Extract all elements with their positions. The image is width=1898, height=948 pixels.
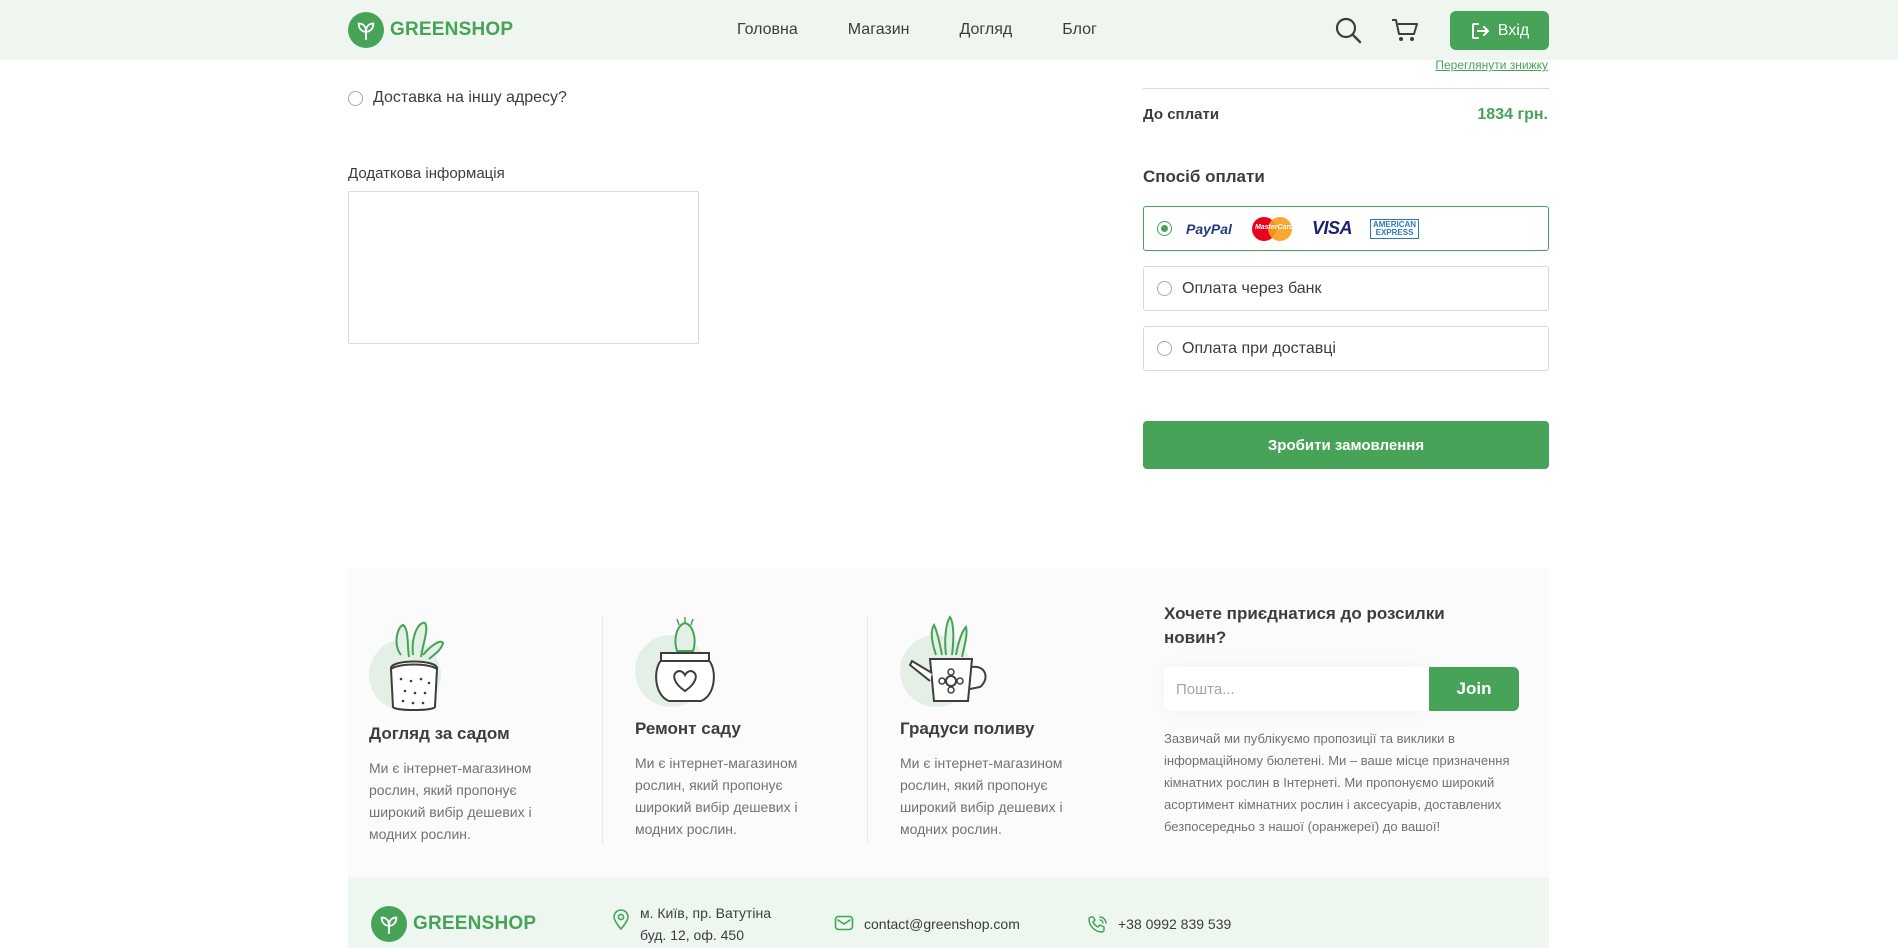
feature-desc: Ми є інтернет-магазином рослин, який про… [635,755,798,837]
footer-contacts: GREENSHOP м. Київ, пр. Ватутіна буд. 12,… [348,877,1549,948]
login-label: Вхід [1497,21,1530,39]
summary-divider [1143,88,1549,89]
ship-other-label: Доставка на іншу адресу? [373,89,567,106]
payment-cod-label: Оплата при доставці [1182,339,1336,357]
login-button[interactable]: Вхід [1450,11,1549,50]
view-discount-link[interactable]: Переглянути знижку [1435,58,1548,72]
contact-email[interactable]: contact@greenshop.com [834,913,1020,935]
address-line-1: м. Київ, пр. Ватутіна [640,905,772,921]
visa-logo: VISA [1311,218,1353,238]
payment-method-title: Спосіб оплати [1143,167,1265,186]
phone-text: +38 0992 839 539 [1118,916,1232,932]
feature-divider [602,616,603,844]
feature-title: Градуси поливу [900,719,1035,738]
feature-title: Ремонт саду [635,719,741,738]
footer-brand-logo[interactable]: GREENSHOP [371,906,536,942]
feature-title: Догляд за садом [369,724,510,743]
mail-icon [834,915,854,931]
address-line-2: буд. 12, оф. 450 [640,927,744,943]
site-header: GREENSHOP Головна Магазин Догляд Блог Вх… [0,0,1898,60]
amex-logo: AMERICAN EXPRESS [1369,218,1420,239]
logout-icon [1471,22,1489,39]
newsletter-email-input[interactable] [1164,667,1429,711]
feature-desc: Ми є інтернет-магазином рослин, який про… [900,755,1063,837]
cart-icon[interactable] [1389,14,1421,46]
ship-other-address-option[interactable]: Доставка на іншу адресу? [348,89,567,107]
payment-option-cod[interactable]: Оплата при доставці [1143,326,1549,371]
brand-name: GREENSHOP [413,913,537,934]
newsletter-join-button[interactable]: Join [1429,667,1519,711]
location-pin-icon [613,909,629,931]
payment-option-bank[interactable]: Оплата через банк [1143,266,1549,311]
ship-other-radio[interactable] [348,90,363,106]
contact-address: м. Київ, пр. Ватутіна буд. 12, оф. 450 [612,902,771,946]
brand-name: GREENSHOP [390,19,514,40]
additional-info-label: Додаткова інформація [348,165,505,182]
newsletter-description: Зазвичай ми публікуємо пропозиції та вик… [1164,731,1510,834]
paypal-logo: PayPal [1186,220,1232,237]
brand-logo[interactable]: GREENSHOP [348,12,513,48]
payment-cod-radio[interactable] [1157,341,1172,356]
payment-cards-radio[interactable] [1157,221,1172,236]
phone-icon [1088,916,1107,933]
contact-phone[interactable]: +38 0992 839 539 [1088,913,1231,935]
feature-divider [867,616,868,844]
total-label: До сплати [1143,106,1220,123]
search-icon[interactable] [1332,14,1364,46]
nav-shop[interactable]: Магазин [848,21,910,39]
payment-bank-label: Оплата через банк [1182,279,1322,297]
email-text: contact@greenshop.com [864,916,1020,932]
leaf-logo-icon [348,12,384,48]
main-nav: Головна Магазин Догляд Блог [737,0,1097,60]
footer-features: Догляд за садом Ми є інтернет-магазином … [348,569,1549,877]
mastercard-logo: MasterCard [1251,216,1293,241]
leaf-logo-icon [371,906,407,942]
total-value: 1834 грн. [1477,106,1548,123]
place-order-button[interactable]: Зробити замовлення [1143,421,1549,469]
nav-care[interactable]: Догляд [960,21,1013,39]
additional-info-textarea[interactable] [348,191,699,344]
payment-bank-radio[interactable] [1157,281,1172,296]
feature-desc: Ми є інтернет-магазином рослин, який про… [369,760,532,842]
nav-home[interactable]: Головна [737,21,798,39]
newsletter-title: Хочете приєднатися до розсилки новин? [1164,604,1445,647]
nav-blog[interactable]: Блог [1062,21,1097,39]
payment-option-cards[interactable]: PayPal MasterCard VISA AMERICAN EXPRESS [1143,206,1549,251]
